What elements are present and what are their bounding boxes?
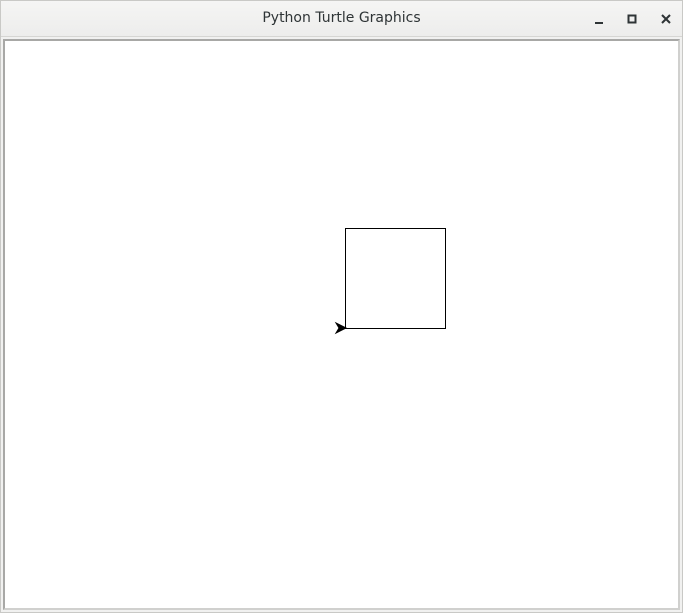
close-button[interactable]	[654, 7, 678, 31]
maximize-button[interactable]	[620, 7, 644, 31]
minimize-button[interactable]	[587, 7, 611, 31]
close-icon	[661, 14, 671, 24]
turtle-window: Python Turtle Graphics	[0, 0, 683, 613]
turtle-canvas-frame	[3, 39, 680, 610]
minimize-icon	[595, 22, 603, 24]
window-title: Python Turtle Graphics	[262, 10, 421, 26]
maximize-icon	[627, 14, 637, 24]
title-bar[interactable]: Python Turtle Graphics	[1, 1, 682, 37]
turtle-arrow-icon	[334, 321, 348, 335]
turtle-canvas[interactable]	[5, 41, 678, 608]
drawn-square	[345, 228, 446, 329]
